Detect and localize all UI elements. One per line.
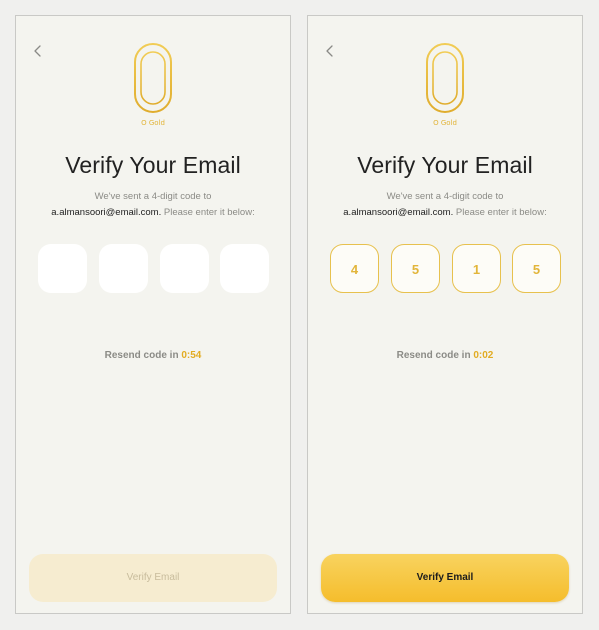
code-digit-input-4[interactable]: 5 — [512, 244, 561, 293]
resend-timer: 0:54 — [181, 350, 202, 361]
code-digit-input-2[interactable]: 5 — [391, 244, 440, 293]
canvas: O Gold Verify Your Email We've sent a 4-… — [0, 0, 599, 630]
resend-label: Resend code in — [396, 350, 474, 361]
code-digit-input-3[interactable]: 1 — [452, 244, 501, 293]
chevron-left-icon[interactable] — [324, 44, 336, 58]
verify-screen-empty: O Gold Verify Your Email We've sent a 4-… — [15, 15, 291, 614]
subtitle: We've sent a 4-digit code to a.almansoor… — [16, 189, 290, 221]
brand-name: O Gold — [141, 119, 165, 127]
resend-timer: 0:02 — [473, 350, 494, 361]
code-digit-input-1[interactable] — [38, 244, 87, 293]
resend-code-text: Resend code in 0:02 — [308, 350, 582, 361]
email-address: a.almansoori@email.com. — [51, 207, 162, 218]
email-address: a.almansoori@email.com. — [343, 207, 454, 218]
page-title: Verify Your Email — [357, 152, 533, 178]
subtitle: We've sent a 4-digit code to a.almansoor… — [308, 189, 582, 221]
code-input-row — [38, 244, 270, 294]
subtitle-line1: We've sent a 4-digit code to — [94, 191, 212, 202]
resend-label: Resend code in — [104, 350, 182, 361]
o-gold-logo-icon — [134, 43, 172, 113]
verify-email-button[interactable]: Verify Email — [321, 554, 569, 602]
subtitle-line1: We've sent a 4-digit code to — [386, 191, 504, 202]
subtitle-tail: Please enter it below: — [453, 207, 547, 218]
code-digit-input-1[interactable]: 4 — [330, 244, 379, 293]
verify-screen-filled: O Gold Verify Your Email We've sent a 4-… — [307, 15, 583, 614]
code-digit-input-2[interactable] — [99, 244, 148, 293]
chevron-left-icon[interactable] — [32, 44, 44, 58]
code-input-row: 4 5 1 5 — [330, 244, 562, 294]
subtitle-tail: Please enter it below: — [161, 207, 255, 218]
verify-email-button[interactable]: Verify Email — [29, 554, 277, 602]
subtitle-line2: a.almansoori@email.com. Please enter it … — [308, 205, 582, 221]
page-title: Verify Your Email — [65, 152, 241, 178]
resend-code-text: Resend code in 0:54 — [16, 350, 290, 361]
subtitle-line2: a.almansoori@email.com. Please enter it … — [16, 205, 290, 221]
code-digit-input-3[interactable] — [160, 244, 209, 293]
code-digit-input-4[interactable] — [220, 244, 269, 293]
brand-name: O Gold — [433, 119, 457, 127]
o-gold-logo-icon — [426, 43, 464, 113]
